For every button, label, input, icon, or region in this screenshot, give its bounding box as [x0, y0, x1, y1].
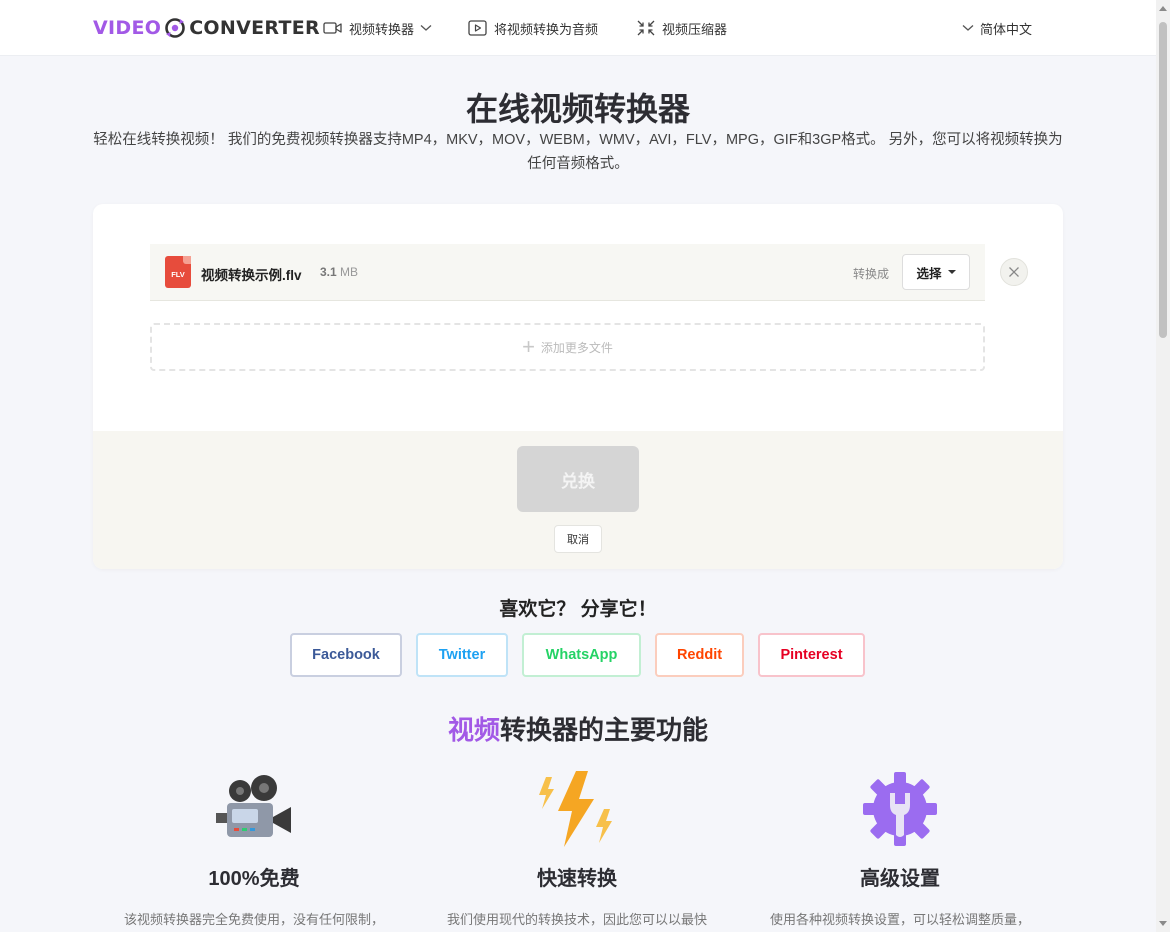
- scroll-down-arrow-icon[interactable]: [1159, 921, 1167, 926]
- logo-converter-text: CONVERTER: [189, 17, 320, 39]
- language-selector[interactable]: 简体中文: [962, 18, 1032, 38]
- file-size: 3.1 MB: [320, 265, 358, 279]
- cancel-button[interactable]: 取消: [554, 525, 602, 553]
- flv-file-icon: FLV: [165, 256, 191, 288]
- scrollbar-thumb[interactable]: [1159, 22, 1167, 338]
- share-reddit-button[interactable]: Reddit: [655, 633, 744, 677]
- scroll-up-arrow-icon[interactable]: [1159, 6, 1167, 11]
- convert-button[interactable]: 兑换: [517, 446, 639, 512]
- chevron-down-icon: [962, 25, 974, 31]
- feature-free: 100%免费 该视频转换器完全免费使用，没有任何限制，: [94, 768, 414, 928]
- feature-fast-desc: 我们使用现代的转换技术，因此您可以以最快: [446, 912, 707, 927]
- lightning-icon: [417, 768, 737, 850]
- nav-video-converter-label: 视频转换器: [349, 21, 415, 37]
- settings-gear-icon: [740, 768, 1060, 850]
- format-select-label: 选择: [916, 266, 942, 281]
- feature-fast: 快速转换 我们使用现代的转换技术，因此您可以以最快: [417, 768, 737, 928]
- converter-actions: 兑换 取消: [93, 431, 1063, 569]
- add-more-files-label: 添加更多文件: [540, 340, 613, 355]
- file-size-value: 3.1: [320, 265, 337, 279]
- site-logo[interactable]: VIDEO CONVERTER: [93, 15, 320, 41]
- format-select-button[interactable]: 选择: [902, 254, 970, 290]
- add-more-files-button[interactable]: + 添加更多文件: [150, 323, 985, 371]
- share-facebook-button[interactable]: Facebook: [290, 633, 402, 677]
- share-twitter-button[interactable]: Twitter: [416, 633, 508, 677]
- feature-fast-title: 快速转换: [537, 868, 617, 890]
- movie-camera-icon: [94, 768, 414, 850]
- plus-icon: +: [522, 334, 535, 359]
- share-pinterest-button[interactable]: Pinterest: [758, 633, 865, 677]
- page-title: 在线视频转换器: [465, 91, 690, 127]
- remove-file-button[interactable]: [1000, 258, 1028, 286]
- site-header: VIDEO CONVERTER 视频转换器 将视频转换为音频 视频压缩器 简体中…: [0, 0, 1156, 56]
- file-type-badge: FLV: [171, 270, 185, 279]
- logo-video-text: VIDEO: [93, 17, 162, 39]
- chevron-down-icon: [420, 25, 432, 31]
- page-description: 轻松在线转换视频！ 我们的免费视频转换器支持MP4，MKV，MOV，WEBM，W…: [93, 132, 1063, 172]
- convert-to-label: 转换成: [853, 267, 890, 281]
- compress-icon: [637, 20, 655, 36]
- file-row: FLV 视频转换示例.flv 3.1 MB 转换成 选择: [150, 244, 985, 301]
- page-scrollbar[interactable]: [1156, 0, 1170, 932]
- close-icon: [1009, 267, 1019, 277]
- nav-video-compressor-label: 视频压缩器: [662, 21, 728, 37]
- features-title: 视频转换器的主要功能: [0, 710, 1156, 747]
- feature-advanced-title: 高级设置: [860, 868, 940, 890]
- feature-advanced-desc: 使用各种视频转换设置，可以轻松调整质量，: [769, 912, 1030, 927]
- caret-down-icon: [947, 270, 956, 274]
- feature-advanced: 高级设置 使用各种视频转换设置，可以轻松调整质量，: [740, 768, 1060, 928]
- nav-video-compressor[interactable]: 视频压缩器: [636, 18, 727, 38]
- features-title-rest: 转换器的主要功能: [500, 715, 709, 745]
- nav-video-converter[interactable]: 视频转换器: [323, 18, 432, 38]
- nav-video-to-audio[interactable]: 将视频转换为音频: [468, 18, 598, 38]
- share-title: 喜欢它？ 分享它！: [499, 599, 657, 620]
- logo-refresh-icon: [164, 17, 186, 39]
- play-square-icon: [468, 20, 487, 36]
- file-size-unit: MB: [340, 265, 359, 279]
- video-camera-icon: [323, 22, 342, 34]
- language-label: 简体中文: [980, 21, 1033, 37]
- features-title-accent: 视频: [447, 715, 500, 745]
- share-whatsapp-button[interactable]: WhatsApp: [522, 633, 641, 677]
- nav-video-to-audio-label: 将视频转换为音频: [494, 21, 599, 37]
- file-name: 视频转换示例.flv: [201, 268, 302, 283]
- feature-free-title: 100%免费: [208, 868, 300, 890]
- converter-card: FLV 视频转换示例.flv 3.1 MB 转换成 选择 + 添加更多文件 兑换…: [93, 204, 1063, 569]
- feature-free-desc: 该视频转换器完全免费使用，没有任何限制，: [123, 912, 384, 927]
